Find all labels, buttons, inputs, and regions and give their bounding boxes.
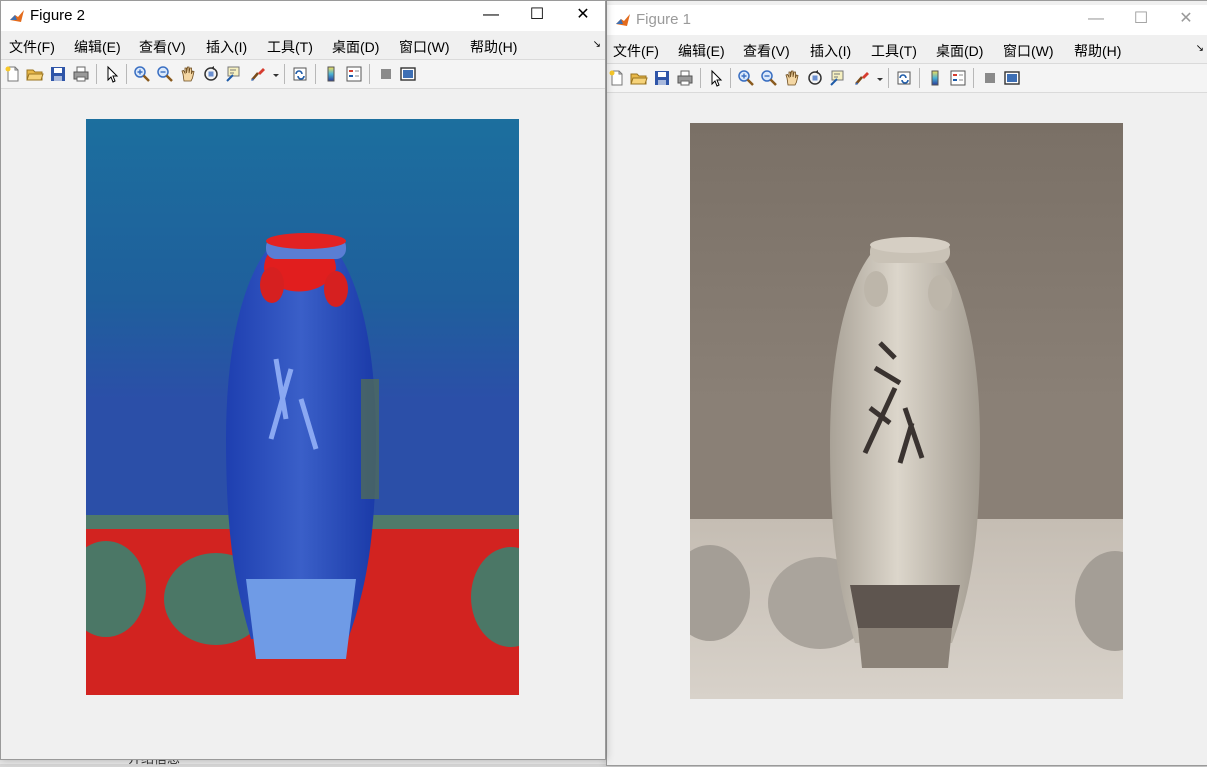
brush-icon[interactable]	[853, 69, 871, 87]
data-cursor-icon[interactable]	[829, 69, 847, 87]
hide-plot-tools-icon[interactable]	[981, 69, 999, 87]
rotate-3d-icon[interactable]	[202, 65, 220, 83]
maximize-button[interactable]: ☐	[514, 1, 560, 31]
legend-icon[interactable]	[345, 65, 363, 83]
menu-window[interactable]: 窗口(W)	[1003, 41, 1054, 61]
menu-desktop[interactable]: 桌面(D)	[332, 37, 379, 57]
toolbar-separator	[919, 68, 920, 88]
toolbar-separator	[973, 68, 974, 88]
matlab-logo-icon	[615, 12, 631, 28]
menu-tools[interactable]: 工具(T)	[267, 37, 313, 57]
colorbar-icon[interactable]	[926, 69, 944, 87]
new-figure-icon[interactable]	[608, 69, 626, 87]
figure-2-window[interactable]: Figure 2 — ☐ ✕ 文件(F) 编辑(E) 查看(V) 插入(I) 工…	[0, 0, 606, 760]
toolbar-separator	[730, 68, 731, 88]
menu-insert[interactable]: 插入(I)	[206, 37, 247, 57]
menu-help[interactable]: 帮助(H)	[470, 37, 517, 57]
toolbar-separator	[126, 64, 127, 84]
minimize-button[interactable]: —	[468, 1, 514, 31]
matlab-logo-icon	[9, 8, 25, 24]
zoom-in-icon[interactable]	[737, 69, 755, 87]
select-pointer-icon[interactable]	[707, 69, 725, 87]
save-icon[interactable]	[653, 69, 671, 87]
zoom-out-icon[interactable]	[760, 69, 778, 87]
menu-help[interactable]: 帮助(H)	[1074, 41, 1121, 61]
figure-toolbar	[1, 59, 605, 89]
figure-toolbar	[607, 63, 1207, 93]
open-file-icon[interactable]	[26, 65, 44, 83]
rotate-3d-icon[interactable]	[806, 69, 824, 87]
menu-tools[interactable]: 工具(T)	[871, 41, 917, 61]
menu-window[interactable]: 窗口(W)	[399, 37, 450, 57]
minimize-button[interactable]: —	[1073, 5, 1119, 35]
show-plot-tools-icon[interactable]	[399, 65, 417, 83]
toolbar-separator	[369, 64, 370, 84]
select-pointer-icon[interactable]	[103, 65, 121, 83]
menu-edit[interactable]: 编辑(E)	[678, 41, 725, 61]
toolbar-separator	[888, 68, 889, 88]
pan-icon[interactable]	[179, 65, 197, 83]
menu-view[interactable]: 查看(V)	[743, 41, 790, 61]
figure-1-image-axes[interactable]	[690, 123, 1123, 699]
data-cursor-icon[interactable]	[225, 65, 243, 83]
figure-1-window[interactable]: Figure 1 — ☐ ✕ 文件(F) 编辑(E) 查看(V) 插入(I) 工…	[606, 0, 1207, 766]
menu-bar: 文件(F) 编辑(E) 查看(V) 插入(I) 工具(T) 桌面(D) 窗口(W…	[607, 35, 1207, 63]
zoom-out-icon[interactable]	[156, 65, 174, 83]
figure-2-titlebar[interactable]: Figure 2 — ☐ ✕	[1, 1, 605, 31]
legend-icon[interactable]	[949, 69, 967, 87]
toolbar-separator	[284, 64, 285, 84]
menu-view[interactable]: 查看(V)	[139, 37, 186, 57]
brush-dropdown-icon[interactable]	[267, 65, 279, 83]
figure-1-titlebar[interactable]: Figure 1 — ☐ ✕	[607, 5, 1207, 35]
menu-overflow-icon[interactable]: ↘	[1196, 43, 1204, 54]
menu-desktop[interactable]: 桌面(D)	[936, 41, 983, 61]
close-button[interactable]: ✕	[1163, 5, 1207, 35]
toolbar-separator	[315, 64, 316, 84]
zoom-in-icon[interactable]	[133, 65, 151, 83]
print-icon[interactable]	[72, 65, 90, 83]
menu-bar: 文件(F) 编辑(E) 查看(V) 插入(I) 工具(T) 桌面(D) 窗口(W…	[1, 31, 605, 59]
brush-icon[interactable]	[249, 65, 267, 83]
menu-file[interactable]: 文件(F)	[9, 37, 55, 57]
menu-insert[interactable]: 插入(I)	[810, 41, 851, 61]
pan-icon[interactable]	[783, 69, 801, 87]
maximize-button[interactable]: ☐	[1118, 5, 1164, 35]
show-plot-tools-icon[interactable]	[1003, 69, 1021, 87]
colorbar-icon[interactable]	[322, 65, 340, 83]
window-title: Figure 1	[636, 11, 692, 28]
toolbar-separator	[700, 68, 701, 88]
save-icon[interactable]	[49, 65, 67, 83]
figure-2-image-axes[interactable]	[86, 119, 519, 695]
brush-dropdown-icon[interactable]	[871, 69, 883, 87]
window-title: Figure 2	[30, 7, 86, 24]
toolbar-separator	[96, 64, 97, 84]
link-plot-icon[interactable]	[291, 65, 309, 83]
link-plot-icon[interactable]	[895, 69, 913, 87]
open-file-icon[interactable]	[630, 69, 648, 87]
menu-edit[interactable]: 编辑(E)	[74, 37, 121, 57]
menu-file[interactable]: 文件(F)	[613, 41, 659, 61]
close-button[interactable]: ✕	[560, 1, 605, 31]
new-figure-icon[interactable]	[4, 65, 22, 83]
hide-plot-tools-icon[interactable]	[377, 65, 395, 83]
print-icon[interactable]	[676, 69, 694, 87]
menu-overflow-icon[interactable]: ↘	[593, 39, 601, 50]
